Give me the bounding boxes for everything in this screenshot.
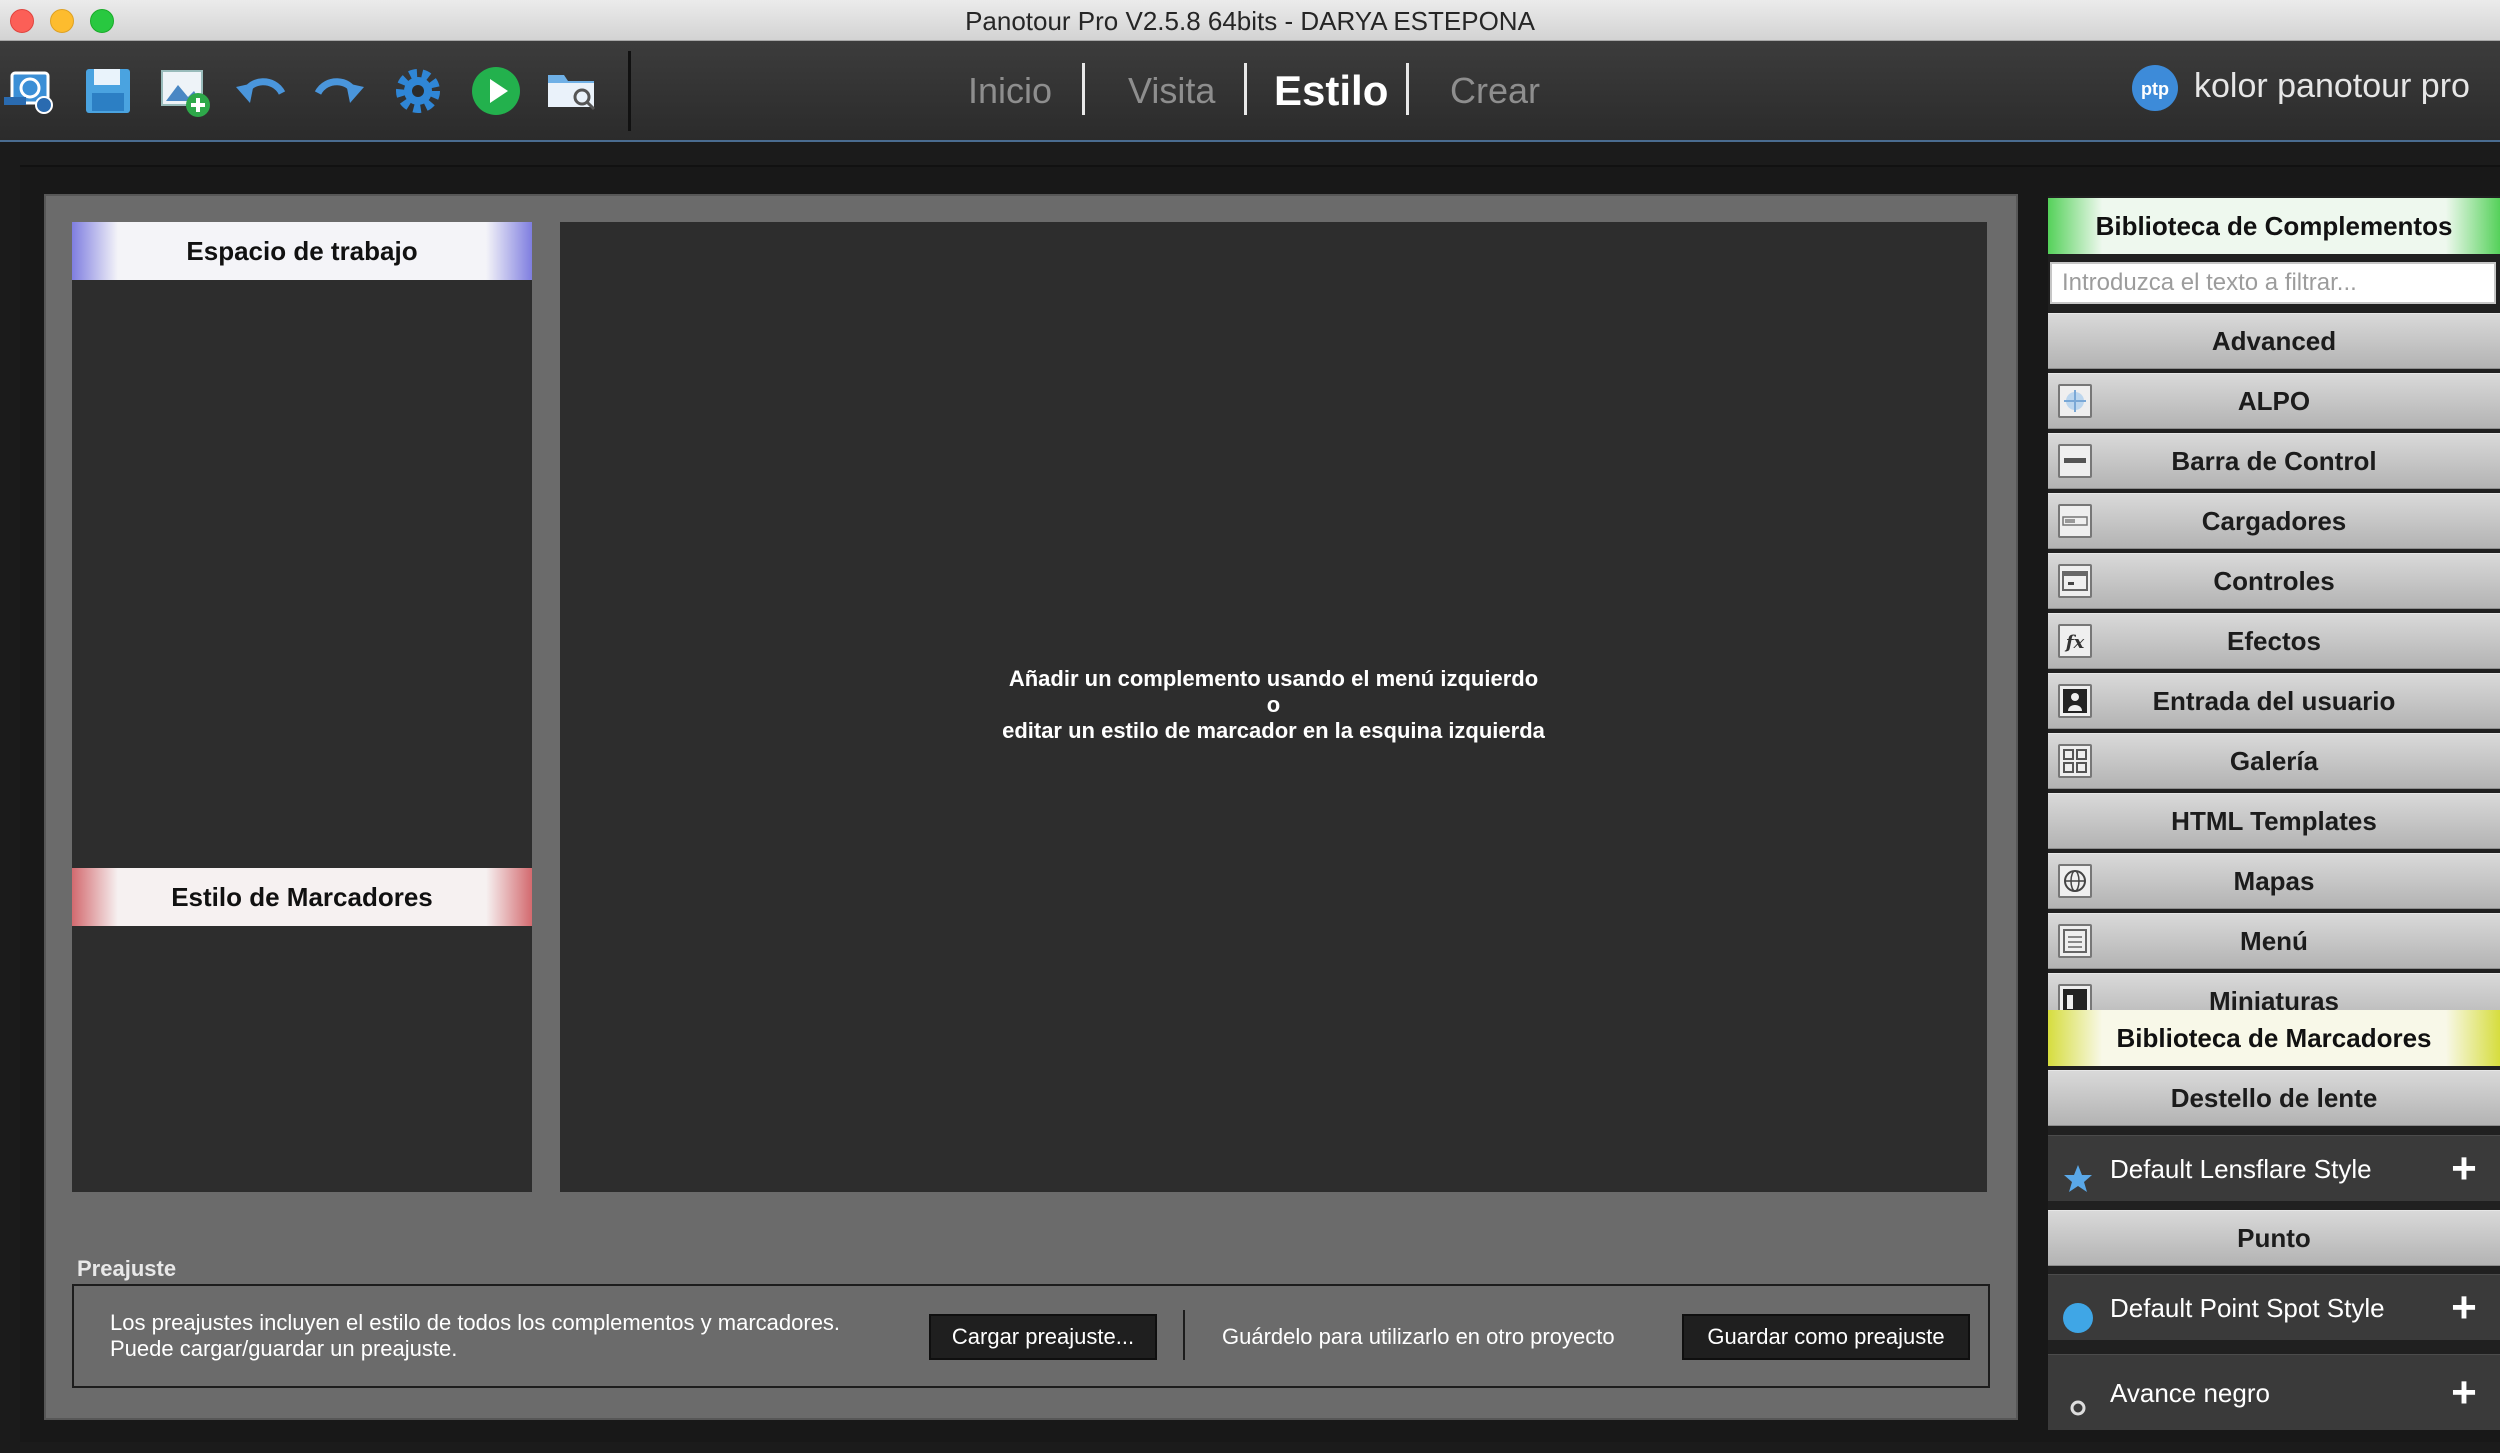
preset-label: Preajuste <box>77 1256 177 1281</box>
brand-name: kolor panotour pro <box>2194 67 2470 105</box>
marker-category-lensflare[interactable]: Destello de lente <box>2048 1070 2500 1126</box>
small-circle-icon <box>2062 1377 2094 1416</box>
preview-line-2: o <box>1266 692 1281 717</box>
category-label: Cargadores <box>2201 506 2347 536</box>
loaders-icon <box>2058 504 2092 538</box>
workspace-header: Espacio de trabajo <box>72 222 532 280</box>
controls-icon <box>2058 564 2092 598</box>
category-label: Punto <box>2237 1223 2311 1253</box>
marker-item-default-lensflare[interactable]: Default Lensflare Style + <box>2048 1135 2500 1201</box>
browse-folder-icon[interactable] <box>542 61 602 121</box>
save-icon[interactable] <box>78 61 138 121</box>
plugin-filter-input[interactable] <box>2050 262 2496 304</box>
preview-instructions: Añadir un complemento usando el menú izq… <box>560 666 1987 744</box>
effects-fx-icon: fx <box>2058 624 2092 658</box>
category-cargadores[interactable]: Cargadores <box>2048 493 2500 549</box>
tab-visita[interactable]: Visita <box>1128 67 1215 115</box>
marker-item-label: Avance negro <box>2110 1378 2270 1408</box>
nav-separator <box>1082 63 1085 115</box>
panotour-logo-icon: ptp <box>2130 63 2180 113</box>
plugins-library-header[interactable]: Biblioteca de Complementos <box>2048 198 2500 254</box>
menu-icon <box>2058 924 2092 958</box>
category-advanced[interactable]: Advanced <box>2048 313 2500 369</box>
category-controles[interactable]: Controles <box>2048 553 2500 609</box>
window-titlebar: Panotour Pro V2.5.8 64bits - DARYA ESTEP… <box>0 0 2500 41</box>
preset-box: Los preajustes incluyen el estilo de tod… <box>72 1284 1990 1388</box>
category-alpo[interactable]: ALPO <box>2048 373 2500 429</box>
main-toolbar: Inicio Visita Estilo Crear ptp kolor pan… <box>0 41 2500 142</box>
gallery-icon <box>2058 744 2092 778</box>
workspace-panel[interactable] <box>72 222 532 870</box>
nav-separator <box>1406 63 1409 115</box>
category-label: Mapas <box>2233 866 2315 896</box>
toolbar-separator <box>628 51 631 131</box>
preview-line-3: editar un estilo de marcador en la esqui… <box>1002 718 1545 743</box>
thumbnails-icon <box>2058 984 2092 1010</box>
category-efectos[interactable]: fx Efectos <box>2048 613 2500 669</box>
preset-description-line-2: Puede cargar/guardar un preajuste. <box>110 1336 458 1361</box>
add-panorama-icon[interactable] <box>156 61 216 121</box>
marker-category-punto[interactable]: Punto <box>2048 1210 2500 1266</box>
category-label: Menú <box>2240 926 2308 956</box>
logo-text: ptp <box>2141 79 2169 99</box>
save-preset-button[interactable]: Guardar como preajuste <box>1682 1314 1970 1360</box>
markers-style-header: Estilo de Marcadores <box>72 868 532 926</box>
control-bar-icon <box>2058 444 2092 478</box>
category-html-templates[interactable]: HTML Templates <box>2048 793 2500 849</box>
preset-separator <box>1183 1310 1185 1360</box>
load-preset-button[interactable]: Cargar preajuste... <box>929 1314 1157 1360</box>
category-label: HTML Templates <box>2171 806 2377 836</box>
category-mapas[interactable]: Mapas <box>2048 853 2500 909</box>
category-galeria[interactable]: Galería <box>2048 733 2500 789</box>
new-project-icon[interactable] <box>2 61 62 121</box>
preset-description: Los preajustes incluyen el estilo de tod… <box>110 1310 840 1362</box>
tab-crear[interactable]: Crear <box>1450 67 1540 115</box>
preview-line-1: Añadir un complemento usando el menú izq… <box>1008 666 1539 691</box>
play-icon[interactable] <box>466 61 526 121</box>
category-label: Miniaturas <box>2208 986 2340 1010</box>
preset-description-line-1: Los preajustes incluyen el estilo de tod… <box>110 1310 841 1335</box>
tab-inicio[interactable]: Inicio <box>968 67 1052 115</box>
marker-item-label: Default Point Spot Style <box>2110 1293 2385 1323</box>
star-icon <box>2062 1153 2094 1192</box>
category-label: Controles <box>2213 566 2335 596</box>
globe-icon <box>2058 864 2092 898</box>
marker-item-label: Default Lensflare Style <box>2110 1154 2372 1184</box>
category-label: Galería <box>2229 746 2319 776</box>
category-label: Advanced <box>2211 326 2337 356</box>
settings-icon[interactable] <box>388 61 448 121</box>
marker-item-default-point-spot[interactable]: Default Point Spot Style + <box>2048 1274 2500 1340</box>
category-label: ALPO <box>2237 386 2311 416</box>
svg-text:fx: fx <box>2064 632 2085 653</box>
blue-dot-icon <box>2062 1292 2094 1333</box>
redo-icon[interactable] <box>308 61 368 121</box>
alpo-icon <box>2058 384 2092 418</box>
user-input-icon <box>2058 684 2092 718</box>
category-entrada-del-usuario[interactable]: Entrada del usuario <box>2048 673 2500 729</box>
window-title: Panotour Pro V2.5.8 64bits - DARYA ESTEP… <box>965 6 1535 36</box>
category-label: Destello de lente <box>2170 1083 2378 1113</box>
save-preset-hint: Guárdelo para utilizarlo en otro proyect… <box>1222 1324 1615 1349</box>
category-barra-de-control[interactable]: Barra de Control <box>2048 433 2500 489</box>
plugin-category-list[interactable]: Advanced ALPO Barra de Control Cargadore… <box>2048 313 2500 1010</box>
tab-estilo[interactable]: Estilo <box>1274 67 1388 115</box>
category-miniaturas[interactable]: Miniaturas <box>2048 973 2500 1010</box>
category-label: Entrada del usuario <box>2152 686 2396 716</box>
add-marker-button[interactable]: + <box>2444 1355 2484 1431</box>
category-label: Efectos <box>2227 626 2321 656</box>
marker-item-avance-negro[interactable]: Avance negro + <box>2048 1354 2500 1430</box>
nav-separator <box>1244 63 1247 115</box>
markers-library-header[interactable]: Biblioteca de Marcadores <box>2048 1010 2500 1066</box>
undo-icon[interactable] <box>232 61 292 121</box>
add-marker-button[interactable]: + <box>2444 1275 2484 1341</box>
category-label: Barra de Control <box>2171 446 2377 476</box>
category-menu[interactable]: Menú <box>2048 913 2500 969</box>
add-marker-button[interactable]: + <box>2444 1136 2484 1202</box>
style-preview-area: Añadir un complemento usando el menú izq… <box>560 222 1987 1192</box>
